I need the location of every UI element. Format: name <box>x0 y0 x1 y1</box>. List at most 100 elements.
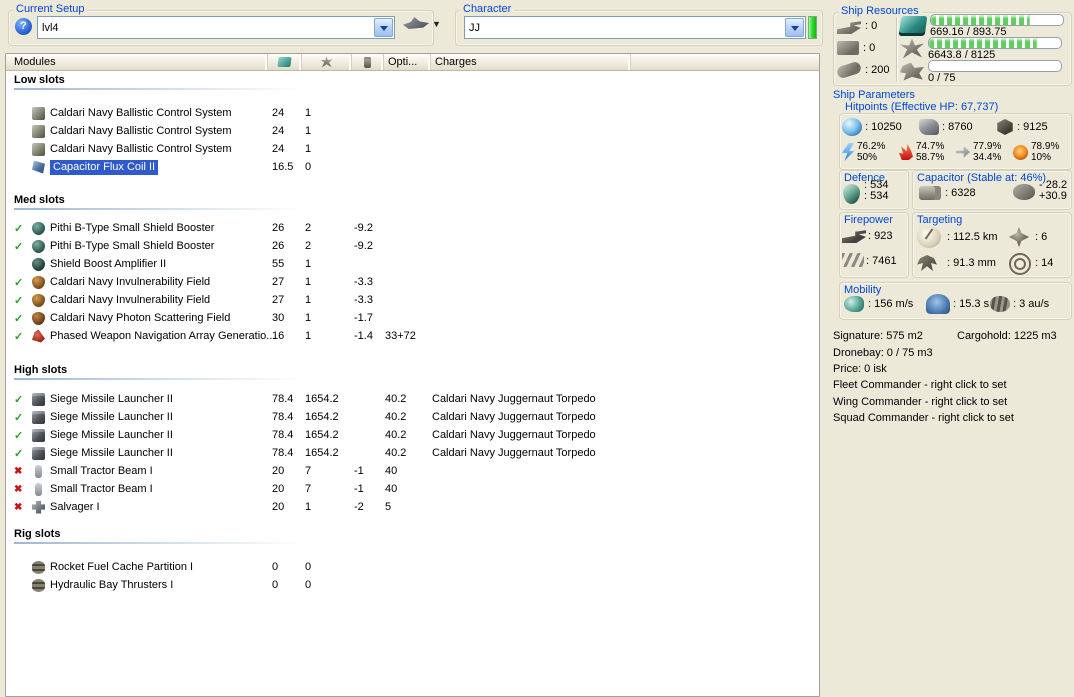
module-active-check-icon[interactable]: ✓ <box>6 219 32 237</box>
module-row[interactable]: Hydraulic Bay Thrusters I 0 0 <box>6 576 819 594</box>
module-optimal-value: 40.2 <box>385 447 407 459</box>
column-header-powergrid[interactable] <box>302 54 352 70</box>
module-row[interactable]: ✓ Pithi B-Type Small Shield Booster 26 2 -9.… <box>6 219 819 237</box>
module-capacitor-value: -9.2 <box>354 240 373 252</box>
module-row[interactable]: ✓ Caldari Navy Photon Scattering Field 30 1… <box>6 309 819 327</box>
module-active-check-icon[interactable]: ✓ <box>6 426 32 444</box>
column-header-capacitor[interactable] <box>352 54 384 70</box>
module-capacitor-value: -1.7 <box>354 312 373 324</box>
wing-commander-line[interactable]: Wing Commander - right click to set <box>833 396 1007 408</box>
resource-slots: 0 0 200 <box>835 15 889 81</box>
slot-group-underline <box>14 88 302 90</box>
module-powergrid-value: 1654.2 <box>305 393 339 405</box>
max-targets-icon <box>1009 227 1029 247</box>
squad-commander-line[interactable]: Squad Commander - right click to set <box>833 412 1014 424</box>
warp-speed-icon <box>990 296 1010 312</box>
fleet-commander-line[interactable]: Fleet Commander - right click to set <box>833 379 1007 391</box>
ship-select-button[interactable]: ▼ <box>403 17 441 30</box>
firepower-title: Firepower <box>844 214 893 226</box>
module-offline-cross-icon[interactable]: ✖ <box>6 498 32 516</box>
module-active-check-icon[interactable]: ✓ <box>6 309 32 327</box>
module-row[interactable]: Capacitor Flux Coil II 16.5 0 <box>6 158 819 176</box>
module-row[interactable]: Shield Boost Amplifier II 55 1 <box>6 255 819 273</box>
resource-bars: 669.16 / 893.75 6643.8 / 8125 0 / 75 <box>898 13 1064 84</box>
module-active-check-icon[interactable]: ✓ <box>6 327 32 345</box>
module-active-check-icon[interactable]: ✓ <box>6 291 32 309</box>
module-charge-name <box>428 462 819 480</box>
module-name-text: Caldari Navy Ballistic Control System <box>50 143 232 155</box>
module-capacitor-value <box>350 255 381 273</box>
module-offline-cross-icon[interactable]: ✖ <box>6 462 32 480</box>
module-icon-cell <box>32 219 50 237</box>
module-section: Rig slots Rocket Fuel Cache Partition I 0 0… <box>6 528 819 594</box>
module-row[interactable]: ✓ Siege Missile Launcher II 78.4 1654.2 40.2… <box>6 408 819 426</box>
column-header-filler <box>631 54 819 70</box>
module-charge-name: Caldari Navy Juggernaut Torpedo <box>432 393 596 405</box>
module-name: Siege Missile Launcher II <box>50 408 268 426</box>
module-row[interactable]: ✖ Small Tractor Beam I 20 7 -1 40 <box>6 480 819 498</box>
module-capacitor-value <box>350 444 381 462</box>
resources-divider <box>896 17 897 81</box>
module-capacitor-value <box>350 140 381 158</box>
resist-base-pct: 50% <box>857 152 878 163</box>
column-header-modules[interactable]: Modules <box>6 54 268 70</box>
thermal-resist-icon <box>899 144 913 160</box>
module-name: Caldari Navy Photon Scattering Field <box>50 309 268 327</box>
module-row[interactable]: ✓ Siege Missile Launcher II 78.4 1654.2 40.2… <box>6 444 819 462</box>
module-row[interactable]: Caldari Navy Ballistic Control System 24 1 <box>6 104 819 122</box>
module-name-text: Caldari Navy Invulnerability Field <box>50 294 211 306</box>
hitpoint-pool: 8760 <box>919 118 996 136</box>
signature-line: Signature: 575 m2 <box>833 330 923 342</box>
firepower-dps: 923 <box>868 230 892 242</box>
help-icon[interactable] <box>15 18 32 35</box>
scan-resolution-icon <box>917 255 937 271</box>
module-active-check-icon[interactable]: ✓ <box>6 390 32 408</box>
setup-combobox[interactable]: lvl4 <box>37 16 395 39</box>
module-active-check-icon[interactable]: ✓ <box>6 273 32 291</box>
targeting-range: 112.5 km <box>947 231 997 243</box>
firepower-volley: 7461 <box>866 255 896 267</box>
chevron-down-icon[interactable] <box>374 18 393 37</box>
chevron-down-icon[interactable] <box>785 18 804 37</box>
module-icon-cell <box>32 558 50 576</box>
module-name-text: Caldari Navy Invulnerability Field <box>50 276 211 288</box>
module-row[interactable]: ✓ Caldari Navy Invulnerability Field 27 1 -3… <box>6 291 819 309</box>
module-row[interactable]: ✓ Siege Missile Launcher II 78.4 1654.2 40.2… <box>6 426 819 444</box>
module-cpu-value: 0 <box>272 579 279 591</box>
shield-booster-icon <box>32 221 45 235</box>
module-cpu-value: 24 <box>272 107 285 119</box>
module-active-check-icon[interactable]: ✓ <box>6 408 32 426</box>
module-name-text: Caldari Navy Ballistic Control System <box>50 125 232 137</box>
module-row[interactable]: ✓ Siege Missile Launcher II 78.4 1654.2 40.2… <box>6 390 819 408</box>
module-optimal-value <box>381 291 428 309</box>
module-row[interactable]: ✓ Caldari Navy Invulnerability Field 27 1 -3… <box>6 273 819 291</box>
module-row[interactable]: Caldari Navy Ballistic Control System 24 1 <box>6 122 819 140</box>
module-charge-name <box>428 291 819 309</box>
module-offline-cross-icon[interactable]: ✖ <box>6 480 32 498</box>
capacitor-icon <box>364 56 371 68</box>
module-row[interactable]: Rocket Fuel Cache Partition I 0 0 <box>6 558 819 576</box>
resource-slot-value: 200 <box>865 64 889 76</box>
phased-weapon-icon <box>32 329 45 343</box>
module-name: Small Tractor Beam I <box>50 480 268 498</box>
module-active-check-icon[interactable]: ✓ <box>6 237 32 255</box>
module-capacitor-value: -1 <box>354 465 364 477</box>
module-name: Caldari Navy Invulnerability Field <box>50 273 268 291</box>
module-row[interactable]: ✓ Pithi B-Type Small Shield Booster 26 2 -9.… <box>6 237 819 255</box>
character-combobox[interactable]: JJ <box>464 16 806 39</box>
turret-hardpoints-icon <box>837 21 861 34</box>
module-row[interactable]: ✖ Salvager I 20 1 -2 5 <box>6 498 819 516</box>
module-charge-name: Caldari Navy Juggernaut Torpedo <box>432 429 596 441</box>
resist-base-pct: 58.7% <box>916 152 945 163</box>
module-cpu-value: 16.5 <box>272 161 294 173</box>
column-header-optimal[interactable]: Opti... <box>384 54 431 70</box>
module-row[interactable]: ✖ Small Tractor Beam I 20 7 -1 40 <box>6 462 819 480</box>
column-header-charges[interactable]: Charges <box>431 54 631 70</box>
module-name-text: Siege Missile Launcher II <box>50 393 173 405</box>
module-row[interactable]: ✓ Phased Weapon Navigation Array Generati… <box>6 327 819 345</box>
module-row[interactable]: Caldari Navy Ballistic Control System 24 1 <box>6 140 819 158</box>
module-active-check-icon[interactable]: ✓ <box>6 444 32 462</box>
module-optimal-value <box>381 104 428 122</box>
photon-scattering-icon <box>32 311 45 325</box>
column-header-cpu[interactable] <box>268 54 302 70</box>
